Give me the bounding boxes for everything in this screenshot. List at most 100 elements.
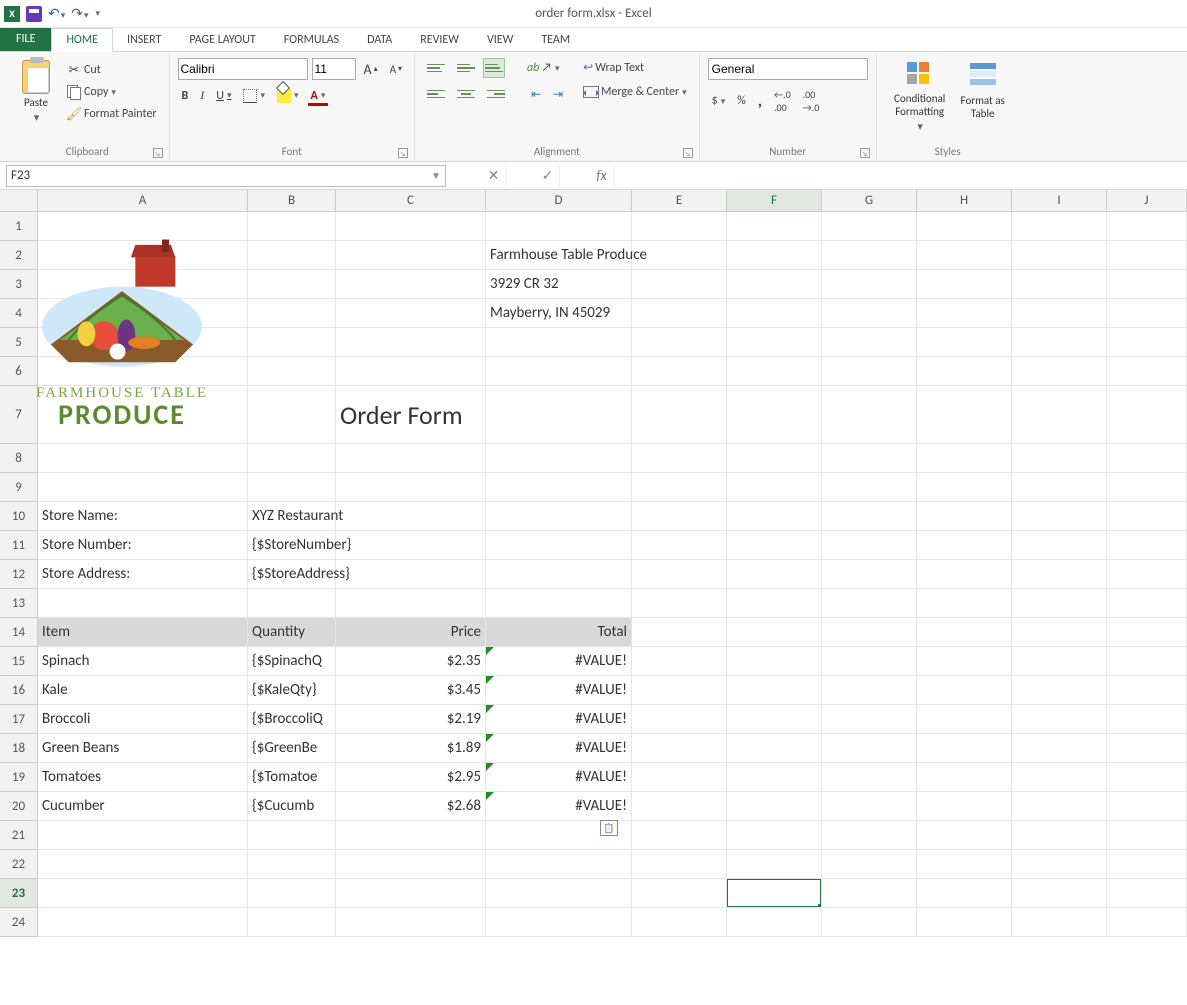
qat-customize-icon[interactable]: ▾: [96, 8, 101, 19]
cell-F1[interactable]: [727, 212, 822, 241]
border-button[interactable]: ▾: [239, 87, 269, 105]
cell-A18[interactable]: Green Beans: [38, 734, 248, 763]
cell-B9[interactable]: [248, 473, 336, 502]
row-header-21[interactable]: 21: [0, 821, 38, 850]
cell-A20[interactable]: Cucumber: [38, 792, 248, 821]
row-header-7[interactable]: 7: [0, 386, 38, 444]
cell-F23[interactable]: [727, 879, 822, 908]
cell-A12[interactable]: Store Address:: [38, 560, 248, 589]
cell-C3[interactable]: [336, 270, 486, 299]
format-as-table-button[interactable]: Format as Table: [955, 58, 1011, 128]
cell-G2[interactable]: [822, 241, 917, 270]
cell-J19[interactable]: [1107, 763, 1187, 792]
cell-C11[interactable]: [336, 531, 486, 560]
align-bottom-button[interactable]: [483, 58, 505, 78]
cell-E6[interactable]: [632, 357, 727, 386]
cell-J6[interactable]: [1107, 357, 1187, 386]
cell-B24[interactable]: [248, 908, 336, 937]
cell-A4[interactable]: [38, 299, 248, 328]
cell-F16[interactable]: [727, 676, 822, 705]
cell-A2[interactable]: [38, 241, 248, 270]
cell-F18[interactable]: [727, 734, 822, 763]
cell-G17[interactable]: [822, 705, 917, 734]
cell-H16[interactable]: [917, 676, 1012, 705]
cell-G24[interactable]: [822, 908, 917, 937]
redo-icon[interactable]: ↷▾: [71, 5, 88, 22]
cell-B16[interactable]: {$KaleQty}: [248, 676, 336, 705]
cell-F14[interactable]: [727, 618, 822, 647]
cell-C21[interactable]: [336, 821, 486, 850]
cell-E8[interactable]: [632, 444, 727, 473]
cell-E12[interactable]: [632, 560, 727, 589]
underline-button[interactable]: U▾: [212, 87, 235, 105]
cell-D11[interactable]: [486, 531, 632, 560]
cell-C9[interactable]: [336, 473, 486, 502]
cell-B19[interactable]: {$Tomatoe: [248, 763, 336, 792]
column-header-D[interactable]: D: [486, 190, 632, 212]
orientation-button[interactable]: ab↗▾: [523, 59, 563, 77]
cell-F4[interactable]: [727, 299, 822, 328]
row-header-16[interactable]: 16: [0, 676, 38, 705]
row-header-9[interactable]: 9: [0, 473, 38, 502]
tab-team[interactable]: TEAM: [527, 29, 584, 51]
cell-C10[interactable]: [336, 502, 486, 531]
cell-C14[interactable]: Price: [336, 618, 486, 647]
cell-B4[interactable]: [248, 299, 336, 328]
decrease-indent-button[interactable]: ⇤: [527, 85, 545, 104]
cell-F12[interactable]: [727, 560, 822, 589]
row-header-10[interactable]: 10: [0, 502, 38, 531]
cell-B5[interactable]: [248, 328, 336, 357]
cell-H12[interactable]: [917, 560, 1012, 589]
cell-D15[interactable]: #VALUE!: [486, 647, 632, 676]
cell-A3[interactable]: [38, 270, 248, 299]
cell-I14[interactable]: [1012, 618, 1107, 647]
cell-F8[interactable]: [727, 444, 822, 473]
cell-A24[interactable]: [38, 908, 248, 937]
row-header-4[interactable]: 4: [0, 299, 38, 328]
cell-B23[interactable]: [248, 879, 336, 908]
cell-B1[interactable]: [248, 212, 336, 241]
cell-E9[interactable]: [632, 473, 727, 502]
cell-D20[interactable]: #VALUE!: [486, 792, 632, 821]
cell-A16[interactable]: Kale: [38, 676, 248, 705]
cell-E17[interactable]: [632, 705, 727, 734]
cancel-entry-icon[interactable]: ✕: [482, 165, 506, 187]
cell-G6[interactable]: [822, 357, 917, 386]
tab-insert[interactable]: INSERT: [113, 29, 175, 51]
cell-H9[interactable]: [917, 473, 1012, 502]
cell-C1[interactable]: [336, 212, 486, 241]
cell-H11[interactable]: [917, 531, 1012, 560]
cell-E10[interactable]: [632, 502, 727, 531]
cell-C5[interactable]: [336, 328, 486, 357]
fx-icon[interactable]: fx: [590, 165, 614, 187]
italic-button[interactable]: I: [196, 86, 208, 105]
cell-A21[interactable]: [38, 821, 248, 850]
cell-I17[interactable]: [1012, 705, 1107, 734]
format-painter-button[interactable]: 🖌Format Painter: [62, 104, 161, 124]
align-right-button[interactable]: [483, 84, 509, 104]
cell-F2[interactable]: [727, 241, 822, 270]
cell-E15[interactable]: [632, 647, 727, 676]
cell-I12[interactable]: [1012, 560, 1107, 589]
font-name-select[interactable]: [178, 58, 308, 80]
cell-H24[interactable]: [917, 908, 1012, 937]
cell-I13[interactable]: [1012, 589, 1107, 618]
cell-F3[interactable]: [727, 270, 822, 299]
cell-E18[interactable]: [632, 734, 727, 763]
cell-E20[interactable]: [632, 792, 727, 821]
cell-E2[interactable]: [632, 241, 727, 270]
cell-C18[interactable]: $1.89: [336, 734, 486, 763]
cell-E3[interactable]: [632, 270, 727, 299]
font-size-select[interactable]: [312, 58, 356, 80]
cell-D4[interactable]: Mayberry, IN 45029: [486, 299, 632, 328]
name-box-dropdown-icon[interactable]: ▼: [431, 169, 441, 182]
cell-I22[interactable]: [1012, 850, 1107, 879]
cell-J16[interactable]: [1107, 676, 1187, 705]
row-header-19[interactable]: 19: [0, 763, 38, 792]
cell-G19[interactable]: [822, 763, 917, 792]
cell-H6[interactable]: [917, 357, 1012, 386]
cell-J5[interactable]: [1107, 328, 1187, 357]
cell-F9[interactable]: [727, 473, 822, 502]
comma-button[interactable]: ,: [754, 90, 766, 113]
cell-I24[interactable]: [1012, 908, 1107, 937]
